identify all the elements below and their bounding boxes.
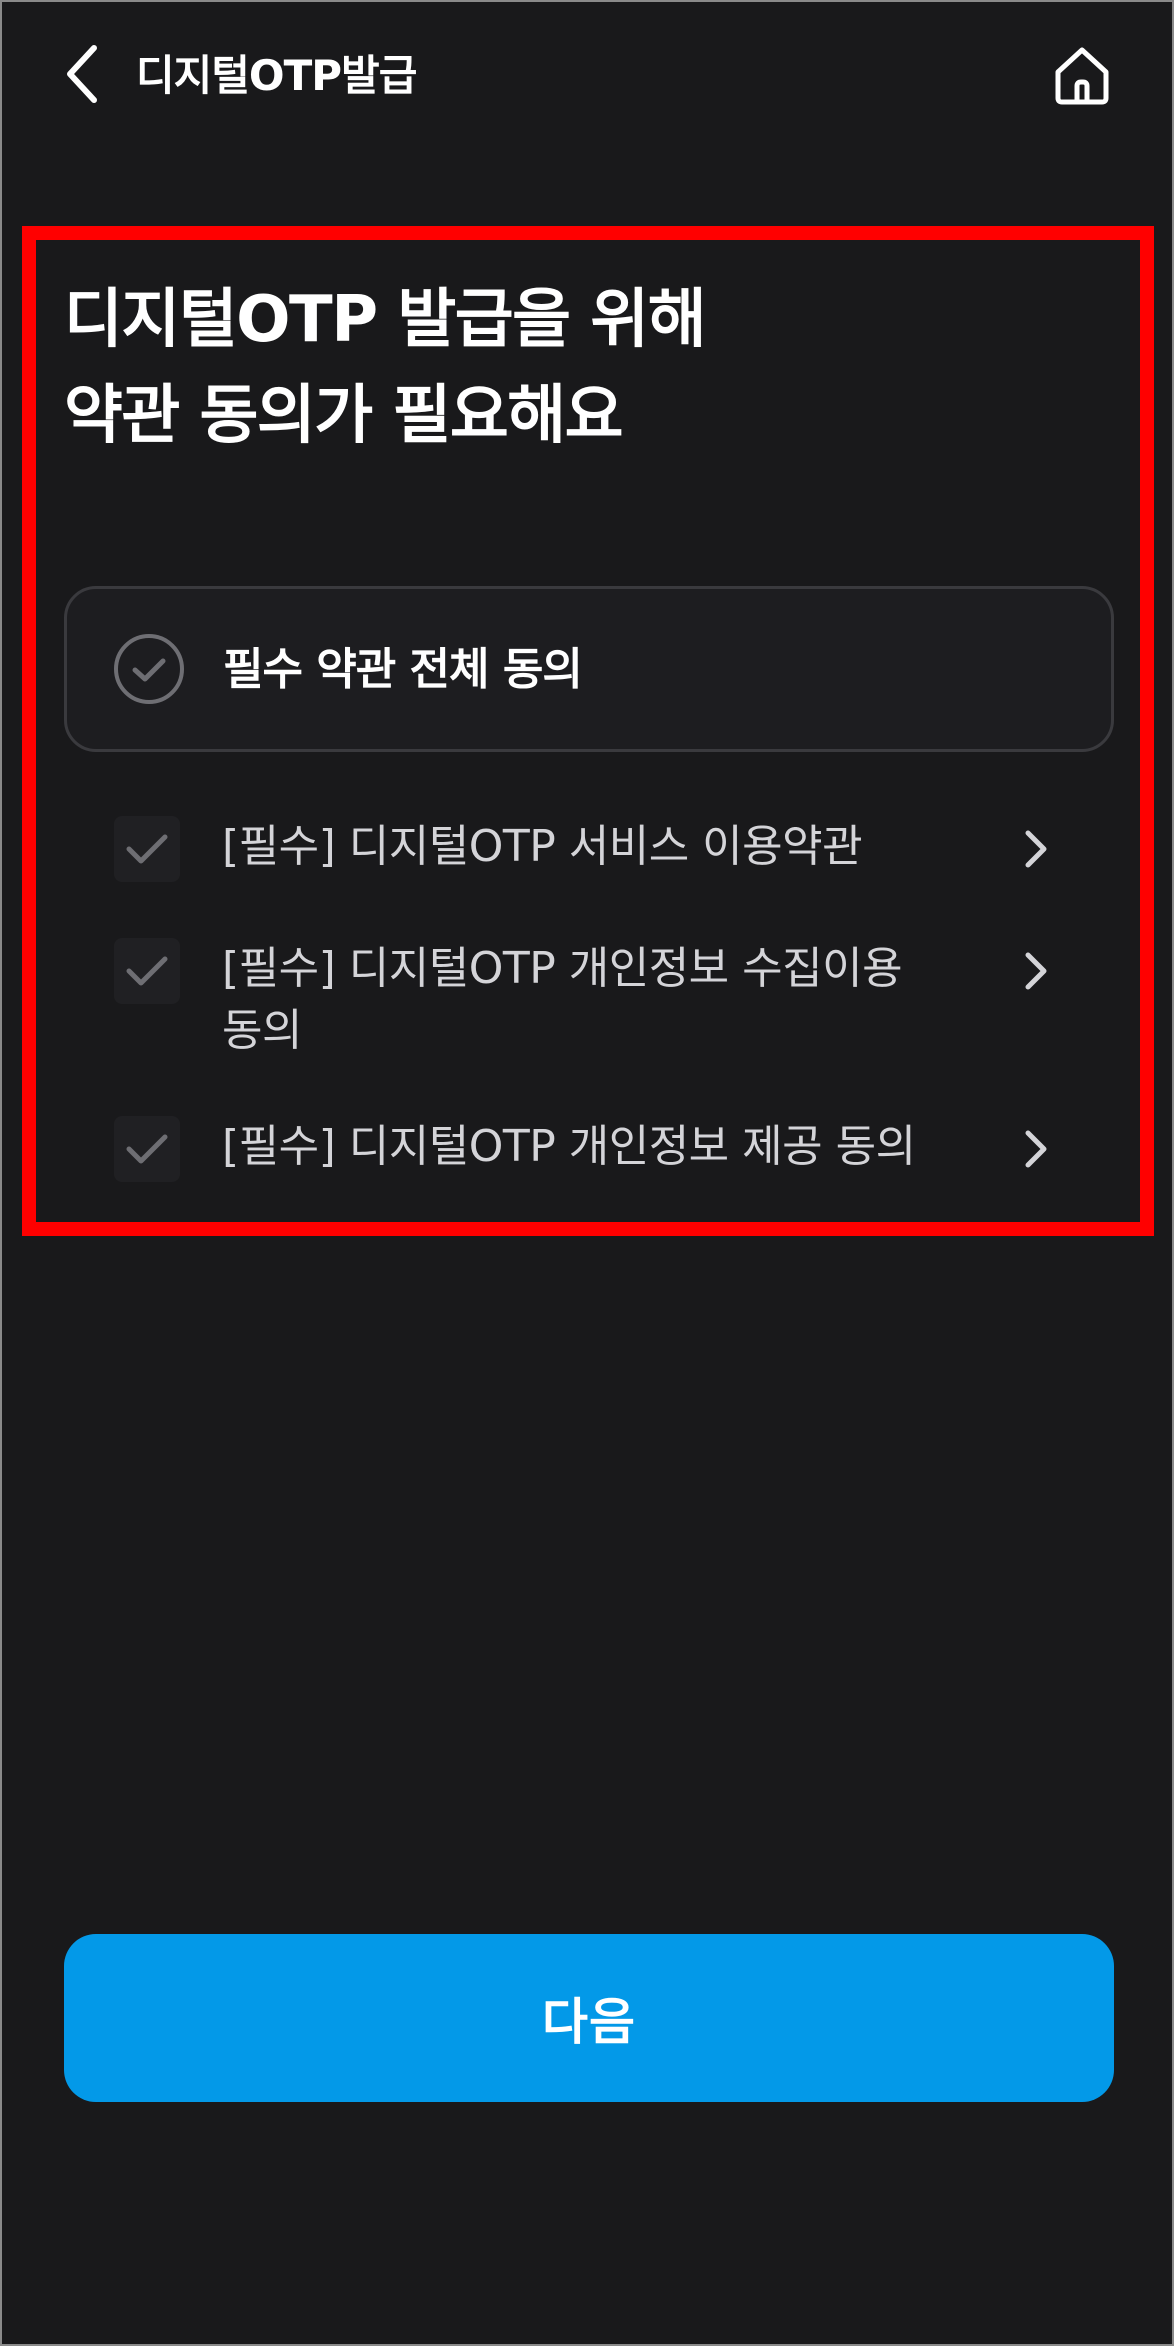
term-checkbox[interactable] — [114, 1116, 180, 1182]
check-icon — [126, 956, 168, 986]
check-icon — [126, 834, 168, 864]
agree-all-label: 필수 약관 전체 동의 — [223, 644, 583, 695]
term-item-service[interactable]: [필수] 디지털OTP 서비스 이용약관 — [102, 816, 1072, 886]
back-button[interactable] — [54, 38, 110, 110]
page-title: 디지털OTP발급 — [136, 51, 417, 100]
term-checkbox[interactable] — [114, 938, 180, 1004]
term-label: [필수] 디지털OTP 개인정보 제공 동의 — [222, 1121, 916, 1172]
headline: 디지털OTP 발급을 위해 약관 동의가 필요해요 — [64, 272, 707, 464]
term-checkbox[interactable] — [114, 816, 180, 882]
agree-all-checkbox[interactable]: 필수 약관 전체 동의 — [64, 586, 1114, 752]
term-item-privacy-provision[interactable]: [필수] 디지털OTP 개인정보 제공 동의 — [102, 1116, 1072, 1186]
home-icon — [1055, 47, 1109, 105]
chevron-right-icon[interactable] — [1014, 946, 1058, 996]
term-item-privacy-collection[interactable]: [필수] 디지털OTP 개인정보 수집이용 동의 — [102, 938, 1072, 1068]
check-icon — [126, 1134, 168, 1164]
home-button[interactable] — [1044, 38, 1120, 114]
top-app-bar: 디지털OTP발급 — [2, 2, 1172, 152]
term-label: [필수] 디지털OTP 개인정보 수집이용 동의 — [222, 943, 903, 1056]
headline-line-1: 디지털OTP 발급을 위해 — [64, 283, 707, 357]
next-button[interactable]: 다음 — [64, 1934, 1114, 2102]
term-label: [필수] 디지털OTP 서비스 이용약관 — [222, 821, 863, 872]
chevron-right-icon[interactable] — [1014, 1124, 1058, 1174]
chevron-right-icon[interactable] — [1014, 824, 1058, 874]
headline-line-2: 약관 동의가 필요해요 — [64, 379, 623, 453]
check-circle-icon — [114, 634, 184, 704]
chevron-left-icon — [67, 45, 97, 103]
